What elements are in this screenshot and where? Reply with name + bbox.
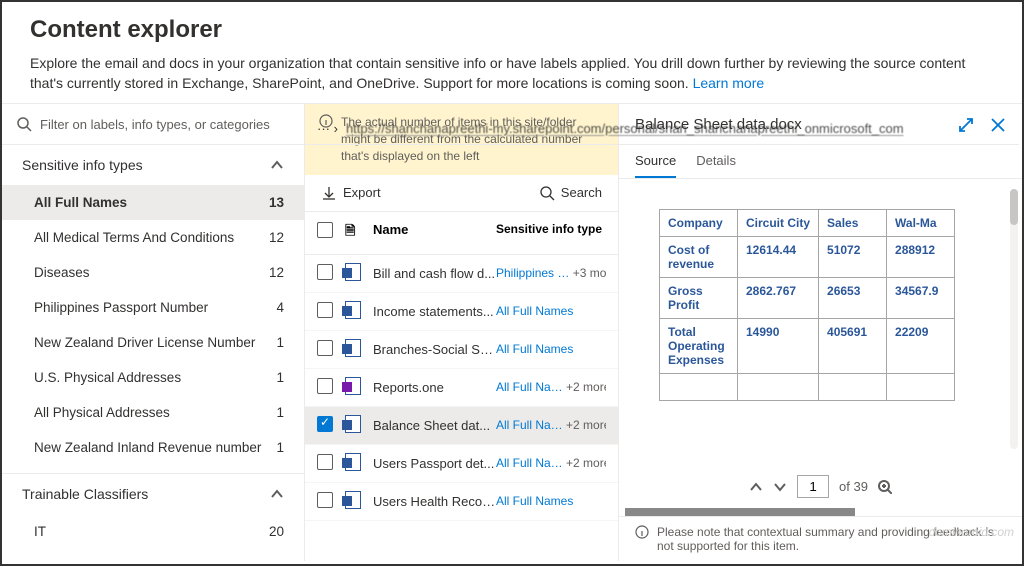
download-icon (321, 185, 337, 201)
column-sensitive-info[interactable]: Sensitive info type (496, 222, 606, 244)
tab-source[interactable]: Source (635, 145, 676, 178)
page-description: Explore the email and docs in your organ… (30, 54, 994, 93)
word-file-icon (345, 301, 361, 319)
file-table-header: 🗎 Name Sensitive info type (305, 212, 618, 255)
search-button[interactable]: Search (539, 185, 602, 201)
export-button[interactable]: Export (321, 185, 381, 201)
one-file-icon (345, 377, 361, 395)
section-sensitive-types[interactable]: Sensitive info types (2, 145, 304, 185)
scrollbar[interactable] (1010, 189, 1018, 449)
sidebar-item[interactable]: All Medical Terms And Conditions12 (2, 220, 304, 255)
info-icon (635, 525, 649, 539)
file-type-icon: 🗎 (345, 222, 373, 244)
file-list-panel: The actual number of items in this site/… (305, 104, 619, 561)
chevron-up-icon (270, 487, 284, 501)
row-checkbox[interactable] (317, 416, 333, 432)
page-input[interactable] (797, 475, 829, 498)
preview-panel: Balance Sheet data.docx Source Details C… (619, 104, 1022, 561)
word-file-icon (345, 491, 361, 509)
zoom-in-icon[interactable] (878, 480, 892, 494)
filter-input[interactable]: Filter on labels, info types, or categor… (16, 112, 290, 136)
next-page-icon[interactable] (773, 480, 787, 494)
word-file-icon (345, 453, 361, 471)
chevron-up-icon (270, 158, 284, 172)
select-all-checkbox[interactable] (317, 222, 333, 238)
row-checkbox[interactable] (317, 302, 333, 318)
word-file-icon (345, 415, 361, 433)
watermark: dominoroid.com (929, 525, 1014, 539)
sidebar-item[interactable]: New Zealand Inland Revenue number1 (2, 430, 304, 465)
page-title: Content explorer (30, 16, 994, 44)
file-row[interactable]: Bill and cash flow d... Philippines … +3… (305, 255, 618, 293)
document-viewer[interactable]: CompanyCircuit CitySalesWal-MaCost of re… (619, 179, 1022, 465)
section-trainable-classifiers[interactable]: Trainable Classifiers (2, 474, 304, 514)
pager: of 39 (619, 465, 1022, 508)
sidebar-item[interactable]: All Full Names13 (2, 185, 304, 220)
sidebar-item[interactable]: Diseases12 (2, 255, 304, 290)
file-row[interactable]: Reports.one All Full Na… +2 more (305, 369, 618, 407)
file-row[interactable]: Users Passport det... All Full Na… +2 mo… (305, 445, 618, 483)
file-row[interactable]: Balance Sheet dat... All Full Na… +2 mor… (305, 407, 618, 445)
learn-more-link[interactable]: Learn more (693, 75, 765, 91)
sidebar-item[interactable]: Philippines Passport Number4 (2, 290, 304, 325)
row-checkbox[interactable] (317, 492, 333, 508)
column-name[interactable]: Name (373, 222, 496, 244)
search-icon (539, 185, 555, 201)
sidebar-item[interactable]: U.S. Physical Addresses1 (2, 360, 304, 395)
breadcrumb[interactable]: ··· › https://shanchanapreethi-my.sharep… (305, 113, 1019, 145)
sidebar-item[interactable]: New Zealand Driver License Number1 (2, 325, 304, 360)
sidebar: Filter on labels, info types, or categor… (2, 104, 305, 561)
row-checkbox[interactable] (317, 340, 333, 356)
row-checkbox[interactable] (317, 454, 333, 470)
search-icon (16, 116, 32, 132)
document-data-table: CompanyCircuit CitySalesWal-MaCost of re… (659, 209, 955, 401)
word-file-icon (345, 263, 361, 281)
row-checkbox[interactable] (317, 264, 333, 280)
sidebar-item[interactable]: All Physical Addresses1 (2, 395, 304, 430)
word-file-icon (345, 339, 361, 357)
sidebar-item[interactable]: IT20 (2, 514, 304, 549)
horizontal-scrollbar[interactable] (625, 508, 855, 516)
tab-details[interactable]: Details (696, 145, 736, 178)
file-row[interactable]: Users Health Recor... All Full Names (305, 483, 618, 521)
file-row[interactable]: Branches-Social Se... All Full Names (305, 331, 618, 369)
prev-page-icon[interactable] (749, 480, 763, 494)
file-row[interactable]: Income statements... All Full Names (305, 293, 618, 331)
row-checkbox[interactable] (317, 378, 333, 394)
